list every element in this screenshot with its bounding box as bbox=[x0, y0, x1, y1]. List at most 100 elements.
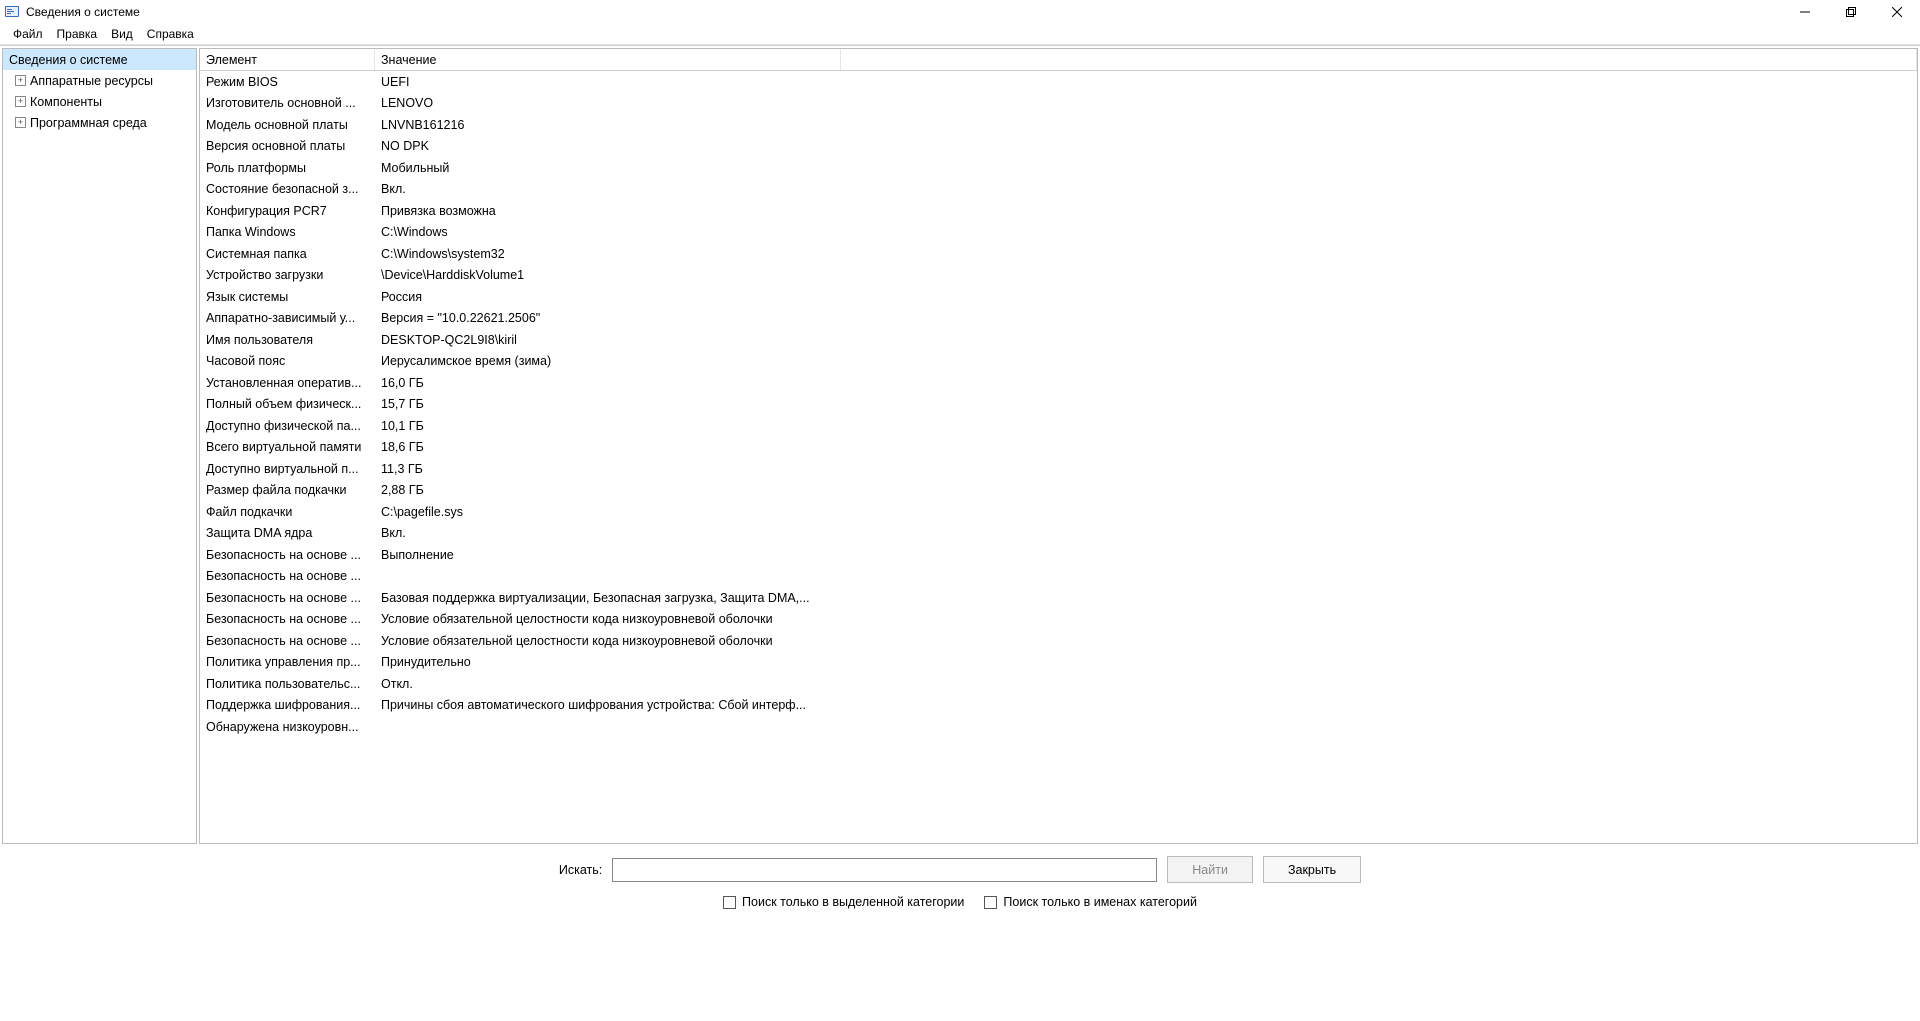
cell-element: Папка Windows bbox=[200, 224, 375, 240]
column-header-spacer bbox=[841, 49, 1917, 70]
list-row[interactable]: Имя пользователяDESKTOP-QC2L9I8\kiril bbox=[200, 329, 1917, 351]
list-row[interactable]: Файл подкачкиC:\pagefile.sys bbox=[200, 501, 1917, 523]
cell-element: Конфигурация PCR7 bbox=[200, 203, 375, 219]
cell-value: 11,3 ГБ bbox=[375, 461, 841, 477]
menubar: Файл Правка Вид Справка bbox=[0, 23, 1920, 45]
list-row[interactable]: Папка WindowsC:\Windows bbox=[200, 222, 1917, 244]
expand-icon[interactable]: + bbox=[15, 75, 26, 86]
check-only-category[interactable]: Поиск только в выделенной категории bbox=[723, 895, 964, 909]
list-row[interactable]: Безопасность на основе ...Базовая поддер… bbox=[200, 587, 1917, 609]
cell-element: Безопасность на основе ... bbox=[200, 547, 375, 563]
window-title: Сведения о системе bbox=[26, 5, 140, 19]
list-row[interactable]: Политика пользовательс...Откл. bbox=[200, 673, 1917, 695]
cell-element: Полный объем физическ... bbox=[200, 396, 375, 412]
list-row[interactable]: Часовой поясИерусалимское время (зима) bbox=[200, 351, 1917, 373]
cell-element: Безопасность на основе ... bbox=[200, 590, 375, 606]
search-input[interactable] bbox=[612, 858, 1157, 882]
cell-value: Вкл. bbox=[375, 181, 841, 197]
cell-value: LNVNB161216 bbox=[375, 117, 841, 133]
column-header-value[interactable]: Значение bbox=[375, 49, 841, 70]
list-row[interactable]: Политика управления пр...Принудительно bbox=[200, 652, 1917, 674]
cell-element: Файл подкачки bbox=[200, 504, 375, 520]
column-header-element[interactable]: Элемент bbox=[200, 49, 375, 70]
cell-value: Условие обязательной целостности кода ни… bbox=[375, 633, 841, 649]
expand-icon[interactable]: + bbox=[15, 117, 26, 128]
cell-value: NO DPK bbox=[375, 138, 841, 154]
list-row[interactable]: Поддержка шифрования...Причины сбоя авто… bbox=[200, 695, 1917, 717]
list-row[interactable]: Аппаратно-зависимый у...Версия = "10.0.2… bbox=[200, 308, 1917, 330]
list-row[interactable]: Устройство загрузки\Device\HarddiskVolum… bbox=[200, 265, 1917, 287]
list-row[interactable]: Режим BIOSUEFI bbox=[200, 71, 1917, 93]
list-row[interactable]: Безопасность на основе ...Выполнение bbox=[200, 544, 1917, 566]
list-row[interactable]: Конфигурация PCR7Привязка возможна bbox=[200, 200, 1917, 222]
tree-item-hardware[interactable]: + Аппаратные ресурсы bbox=[3, 70, 196, 91]
checkbox-icon[interactable] bbox=[723, 896, 736, 909]
list-row[interactable]: Размер файла подкачки2,88 ГБ bbox=[200, 480, 1917, 502]
menu-edit[interactable]: Правка bbox=[50, 25, 105, 43]
maximize-button[interactable] bbox=[1828, 0, 1874, 23]
content: Сведения о системе + Аппаратные ресурсы … bbox=[0, 45, 1920, 846]
cell-value: Выполнение bbox=[375, 547, 841, 563]
cell-value: C:\Windows bbox=[375, 224, 841, 240]
cell-element: Политика пользовательс... bbox=[200, 676, 375, 692]
tree-root[interactable]: Сведения о системе bbox=[3, 49, 196, 70]
list-body[interactable]: Режим BIOSUEFIИзготовитель основной ...L… bbox=[200, 71, 1917, 843]
list-row[interactable]: Безопасность на основе ... bbox=[200, 566, 1917, 588]
list-row[interactable]: Язык системыРоссия bbox=[200, 286, 1917, 308]
tree-item-software[interactable]: + Программная среда bbox=[3, 112, 196, 133]
cell-value bbox=[375, 575, 841, 577]
list-row[interactable]: Безопасность на основе ...Условие обязат… bbox=[200, 609, 1917, 631]
cell-value: Откл. bbox=[375, 676, 841, 692]
cell-element: Устройство загрузки bbox=[200, 267, 375, 283]
minimize-button[interactable] bbox=[1782, 0, 1828, 23]
list-row[interactable]: Состояние безопасной з...Вкл. bbox=[200, 179, 1917, 201]
cell-value: Привязка возможна bbox=[375, 203, 841, 219]
tree-view[interactable]: Сведения о системе + Аппаратные ресурсы … bbox=[2, 48, 197, 844]
cell-value: Базовая поддержка виртуализации, Безопас… bbox=[375, 590, 841, 606]
list-row[interactable]: Всего виртуальной памяти18,6 ГБ bbox=[200, 437, 1917, 459]
cell-value: 2,88 ГБ bbox=[375, 482, 841, 498]
cell-element: Обнаружена низкоуровн... bbox=[200, 719, 375, 735]
expand-icon[interactable]: + bbox=[15, 96, 26, 107]
list-row[interactable]: Системная папкаC:\Windows\system32 bbox=[200, 243, 1917, 265]
menu-file[interactable]: Файл bbox=[6, 25, 50, 43]
cell-value: \Device\HarddiskVolume1 bbox=[375, 267, 841, 283]
cell-element: Аппаратно-зависимый у... bbox=[200, 310, 375, 326]
list-row[interactable]: Доступно физической па...10,1 ГБ bbox=[200, 415, 1917, 437]
cell-element: Изготовитель основной ... bbox=[200, 95, 375, 111]
tree-item-label: Аппаратные ресурсы bbox=[30, 74, 153, 88]
cell-element: Безопасность на основе ... bbox=[200, 568, 375, 584]
list-row[interactable]: Установленная оператив...16,0 ГБ bbox=[200, 372, 1917, 394]
cell-element: Безопасность на основе ... bbox=[200, 611, 375, 627]
list-row[interactable]: Изготовитель основной ...LENOVO bbox=[200, 93, 1917, 115]
check-only-category-label: Поиск только в выделенной категории bbox=[742, 895, 964, 909]
list-row[interactable]: Доступно виртуальной п...11,3 ГБ bbox=[200, 458, 1917, 480]
list-row[interactable]: Обнаружена низкоуровн... bbox=[200, 716, 1917, 738]
tree-item-label: Компоненты bbox=[30, 95, 102, 109]
list-row[interactable]: Защита DMA ядраВкл. bbox=[200, 523, 1917, 545]
cell-value: Россия bbox=[375, 289, 841, 305]
list-row[interactable]: Модель основной платыLNVNB161216 bbox=[200, 114, 1917, 136]
cell-element: Размер файла подкачки bbox=[200, 482, 375, 498]
search-bar: Искать: Найти Закрыть bbox=[0, 856, 1920, 883]
list-row[interactable]: Версия основной платыNO DPK bbox=[200, 136, 1917, 158]
cell-value: UEFI bbox=[375, 74, 841, 90]
list-row[interactable]: Роль платформыМобильный bbox=[200, 157, 1917, 179]
cell-element: Безопасность на основе ... bbox=[200, 633, 375, 649]
list-row[interactable]: Полный объем физическ...15,7 ГБ bbox=[200, 394, 1917, 416]
checkbox-icon[interactable] bbox=[984, 896, 997, 909]
menu-view[interactable]: Вид bbox=[104, 25, 140, 43]
close-search-button[interactable]: Закрыть bbox=[1263, 856, 1361, 883]
close-button[interactable] bbox=[1874, 0, 1920, 23]
tree-item-components[interactable]: + Компоненты bbox=[3, 91, 196, 112]
check-only-names[interactable]: Поиск только в именах категорий bbox=[984, 895, 1197, 909]
titlebar: Сведения о системе bbox=[0, 0, 1920, 23]
cell-element: Политика управления пр... bbox=[200, 654, 375, 670]
cell-element: Версия основной платы bbox=[200, 138, 375, 154]
list-row[interactable]: Безопасность на основе ...Условие обязат… bbox=[200, 630, 1917, 652]
find-button[interactable]: Найти bbox=[1167, 856, 1253, 883]
cell-value: Версия = "10.0.22621.2506" bbox=[375, 310, 841, 326]
search-panel: Искать: Найти Закрыть Поиск только в выд… bbox=[0, 846, 1920, 1021]
menu-help[interactable]: Справка bbox=[140, 25, 201, 43]
cell-element: Режим BIOS bbox=[200, 74, 375, 90]
